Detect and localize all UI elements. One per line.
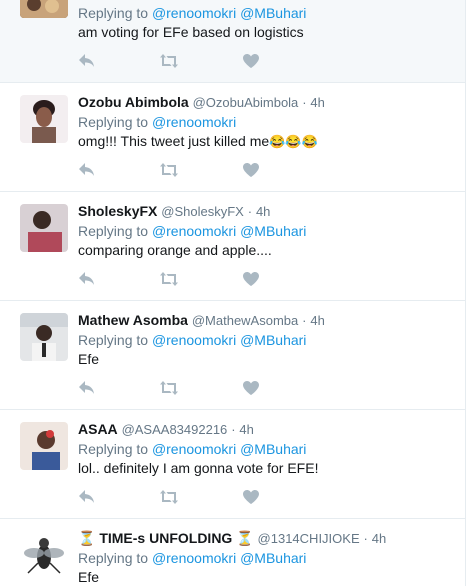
tweet-actions (78, 380, 278, 400)
hourglass-icon: ⏳ (236, 530, 254, 546)
tweet-actions (78, 489, 278, 509)
retweet-icon[interactable] (160, 53, 180, 73)
user-handle[interactable]: @MathewAsomba (192, 313, 298, 328)
mention-link[interactable]: @renoomokri (152, 332, 236, 348)
timestamp[interactable]: 4h (256, 204, 270, 219)
mention-link[interactable]: @MBuhari (240, 441, 306, 457)
mention-link[interactable]: @renoomokri (152, 5, 236, 21)
tweet-actions (78, 162, 278, 182)
avatar[interactable] (20, 531, 68, 579)
replying-to-label: Replying to (78, 114, 149, 130)
mention-link[interactable]: @MBuhari (240, 5, 306, 21)
replying-to: Replying to @renoomokri @MBuhari (78, 440, 306, 458)
timestamp[interactable]: 4h (372, 531, 386, 546)
separator-dot: · (363, 531, 368, 546)
tweet-actions (78, 271, 278, 291)
mention-link[interactable]: @MBuhari (240, 223, 306, 239)
tweet-actions (78, 53, 278, 73)
avatar[interactable] (20, 95, 68, 143)
tweet-header: Ozobu Abimbola @OzobuAbimbola · 4h (78, 93, 455, 112)
tweet[interactable]: Replying to @renoomokri @MBuhari am voti… (0, 0, 466, 83)
mention-link[interactable]: @renoomokri (152, 441, 236, 457)
tweet-header: Mathew Asomba @MathewAsomba · 4h (78, 311, 455, 330)
replying-to: Replying to @renoomokri @MBuhari (78, 331, 306, 349)
replying-to-label: Replying to (78, 550, 149, 566)
retweet-icon[interactable] (160, 162, 180, 182)
tweet-text-body: omg!!! This tweet just killed me (78, 133, 270, 149)
heart-icon[interactable] (242, 271, 262, 291)
timestamp[interactable]: 4h (310, 95, 324, 110)
fly-icon (20, 531, 68, 579)
replying-to-label: Replying to (78, 5, 149, 21)
replying-to: Replying to @renoomokri @MBuhari (78, 549, 306, 567)
tweet-header: SholeskyFX @SholeskyFX · 4h (78, 202, 455, 221)
hourglass-icon: ⏳ (78, 530, 96, 546)
tweet-text: omg!!! This tweet just killed me😂😂😂 (78, 132, 318, 151)
display-name[interactable]: Mathew Asomba (78, 312, 188, 328)
display-name[interactable]: ASAA (78, 421, 118, 437)
separator-dot: · (302, 313, 307, 328)
tweet-text: comparing orange and apple.... (78, 242, 272, 258)
replying-to: Replying to @renoomokri (78, 113, 236, 131)
separator-dot: · (231, 422, 236, 437)
reply-icon[interactable] (78, 162, 98, 182)
replying-to: Replying to @renoomokri @MBuhari (78, 4, 306, 22)
replying-to-label: Replying to (78, 223, 149, 239)
tweet-text: Efe (78, 569, 100, 585)
tweet[interactable]: Ozobu Abimbola @OzobuAbimbola · 4h Reply… (0, 83, 466, 192)
heart-icon[interactable] (242, 162, 262, 182)
user-handle[interactable]: @SholeskyFX (161, 204, 244, 219)
avatar[interactable] (20, 313, 68, 361)
display-name[interactable]: Ozobu Abimbola (78, 94, 189, 110)
replying-to-label: Replying to (78, 441, 149, 457)
replying-to: Replying to @renoomokri @MBuhari (78, 222, 306, 240)
tweet-text: am voting for EFe based on logistics (78, 24, 304, 40)
retweet-icon[interactable] (160, 271, 180, 291)
display-name[interactable]: TIME-s UNFOLDING (99, 530, 232, 546)
tweet-text: Efe (78, 351, 100, 367)
reply-icon[interactable] (78, 271, 98, 291)
retweet-icon[interactable] (160, 380, 180, 400)
tweet-text: lol.. definitely I am gonna vote for EFE… (78, 460, 319, 476)
timestamp[interactable]: 4h (239, 422, 253, 437)
tweet[interactable]: ASAA @ASAA83492216 · 4h Replying to @ren… (0, 410, 466, 519)
mention-link[interactable]: @renoomokri (152, 223, 236, 239)
user-handle[interactable]: @OzobuAbimbola (193, 95, 299, 110)
user-handle[interactable]: @ASAA83492216 (122, 422, 228, 437)
heart-icon[interactable] (242, 380, 262, 400)
user-handle[interactable]: @1314CHIJIOKE (258, 531, 360, 546)
heart-icon[interactable] (242, 53, 262, 73)
tweet-header: ⏳ TIME-s UNFOLDING ⏳ @1314CHIJIOKE · 4h (78, 529, 455, 548)
retweet-icon[interactable] (160, 489, 180, 509)
separator-dot: · (302, 95, 307, 110)
avatar[interactable] (20, 0, 68, 18)
reply-icon[interactable] (78, 380, 98, 400)
replying-to-label: Replying to (78, 332, 149, 348)
reply-icon[interactable] (78, 53, 98, 73)
tweet[interactable]: ⏳ TIME-s UNFOLDING ⏳ @1314CHIJIOKE · 4h … (0, 519, 466, 586)
tweet-header: ASAA @ASAA83492216 · 4h (78, 420, 455, 439)
mention-link[interactable]: @MBuhari (240, 550, 306, 566)
mention-link[interactable]: @renoomokri (152, 550, 236, 566)
tweet[interactable]: SholeskyFX @SholeskyFX · 4h Replying to … (0, 192, 466, 301)
mention-link[interactable]: @MBuhari (240, 332, 306, 348)
laughing-emoji: 😂😂😂 (269, 134, 318, 149)
separator-dot: · (247, 204, 253, 219)
mention-link[interactable]: @renoomokri (152, 114, 236, 130)
heart-icon[interactable] (242, 489, 262, 509)
reply-timeline: Replying to @renoomokri @MBuhari am voti… (0, 0, 467, 586)
display-name[interactable]: SholeskyFX (78, 203, 157, 219)
reply-icon[interactable] (78, 489, 98, 509)
tweet[interactable]: Mathew Asomba @MathewAsomba · 4h Replyin… (0, 301, 466, 410)
timestamp[interactable]: 4h (310, 313, 324, 328)
avatar[interactable] (20, 422, 68, 470)
avatar[interactable] (20, 204, 68, 252)
